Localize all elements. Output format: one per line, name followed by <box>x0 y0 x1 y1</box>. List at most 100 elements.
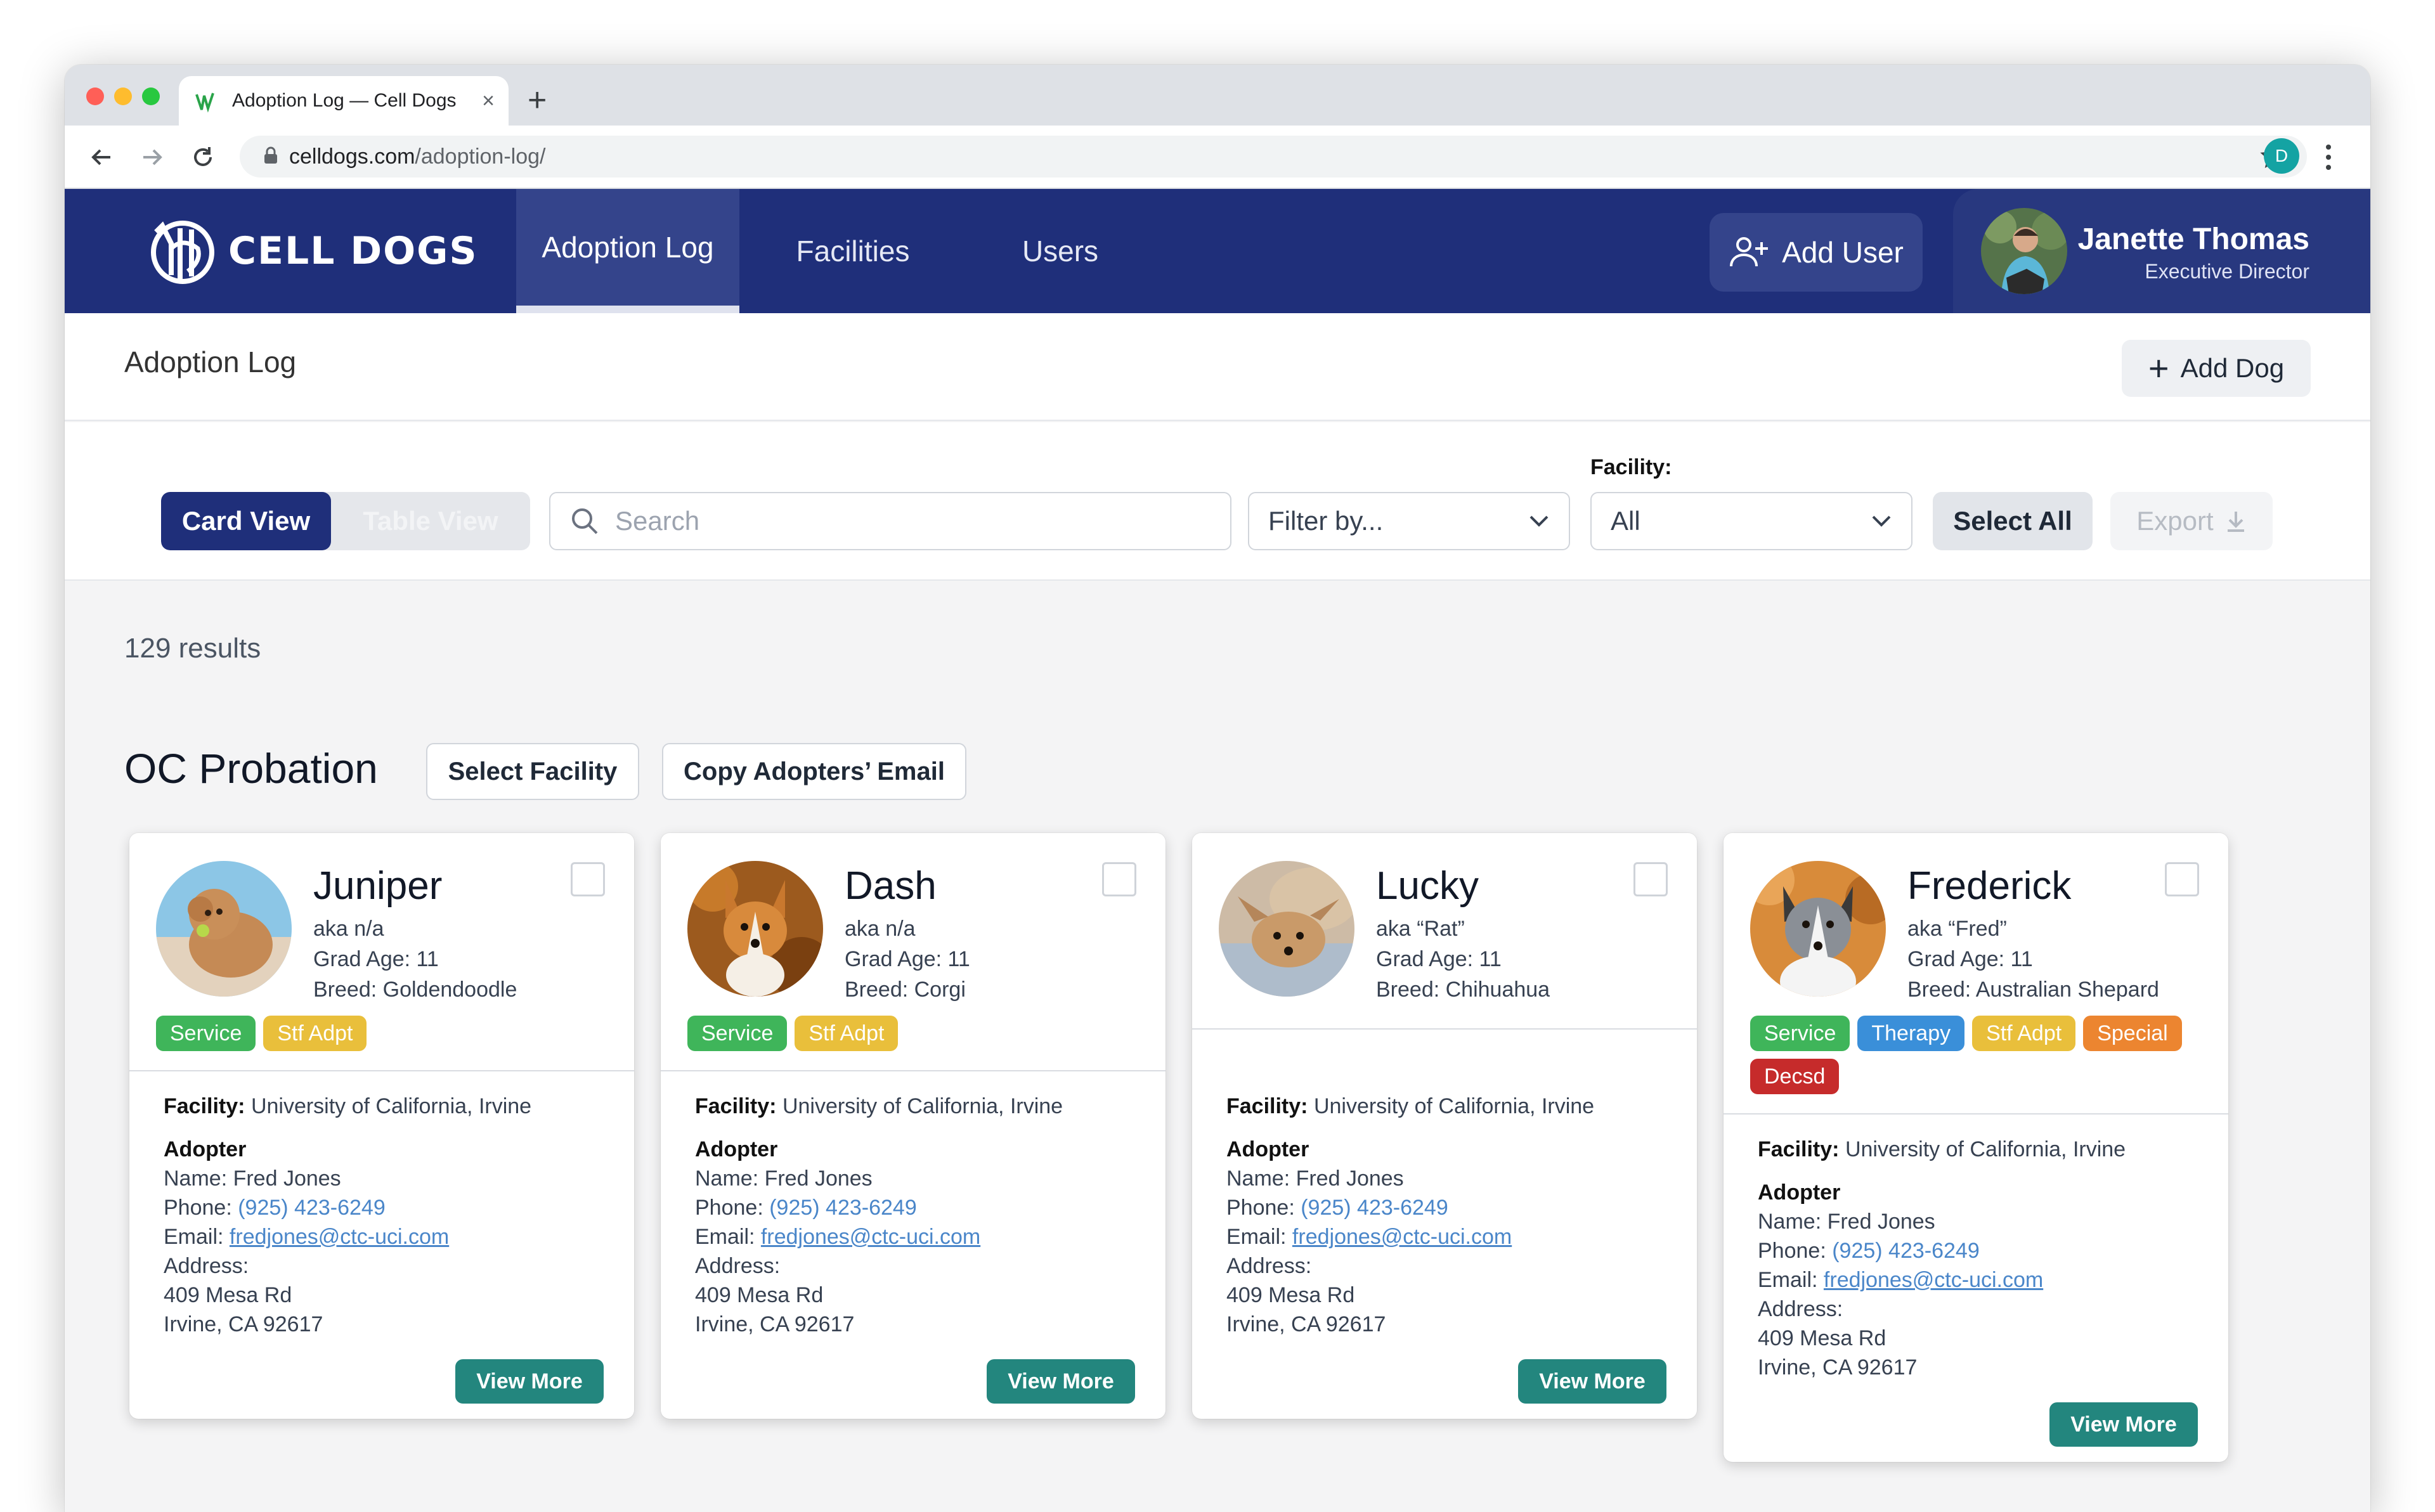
dog-grad-age: Grad Age: 11 <box>1376 947 1502 971</box>
view-more-button[interactable]: View More <box>1518 1359 1666 1404</box>
nav-facilities[interactable]: Facilities <box>762 189 944 313</box>
add-dog-button[interactable]: + Add Dog <box>2122 340 2311 397</box>
tab-close-icon[interactable]: × <box>482 89 495 113</box>
select-all-button[interactable]: Select All <box>1933 492 2093 550</box>
dog-tags: Service Therapy Stf Adpt Special Decsd <box>1750 1016 2219 1094</box>
cell-dogs-logo-icon <box>151 221 214 284</box>
view-more-button[interactable]: View More <box>2049 1402 2198 1447</box>
maximize-window-button[interactable] <box>142 87 160 105</box>
back-arrow-icon[interactable] <box>85 141 118 174</box>
facility-select[interactable]: All <box>1590 492 1912 550</box>
facility-label: Facility: <box>1590 455 1672 479</box>
email-label: Email: <box>164 1225 224 1249</box>
phone-line: Phone: (925) 423-6249 <box>1226 1193 1594 1222</box>
nav-adoption-log[interactable]: Adoption Log <box>516 189 739 313</box>
phone-line: Phone: (925) 423-6249 <box>1758 1236 2126 1265</box>
view-more-button[interactable]: View More <box>455 1359 604 1404</box>
tag-therapy: Therapy <box>1857 1016 1965 1051</box>
adopter-name-line: Name: Fred Jones <box>164 1164 531 1193</box>
adopter-name: Fred Jones <box>764 1166 873 1191</box>
card-view-button[interactable]: Card View <box>161 492 331 550</box>
name-label: Name: <box>164 1166 228 1191</box>
facility-line: Facility: University of California, Irvi… <box>1226 1092 1594 1121</box>
minimize-window-button[interactable] <box>114 87 132 105</box>
name-label: Name: <box>1758 1210 1822 1234</box>
dog-name: Juniper <box>313 864 443 908</box>
close-window-button[interactable] <box>86 87 104 105</box>
copy-adopters-email-button[interactable]: Copy Adopters’ Email <box>662 743 966 800</box>
address-line-2: Irvine, CA 92617 <box>1758 1355 1918 1380</box>
user-profile[interactable]: Janette Thomas Executive Director <box>1953 189 2370 313</box>
phone-link[interactable]: (925) 423-6249 <box>238 1196 386 1220</box>
phone-line: Phone: (925) 423-6249 <box>164 1193 531 1222</box>
adopter-name: Fred Jones <box>1827 1210 1935 1234</box>
select-dog-checkbox[interactable] <box>1633 862 1668 896</box>
tag-stf-adpt: Stf Adpt <box>795 1016 899 1051</box>
facility-label: Facility: <box>695 1094 777 1118</box>
cell-dogs-logo[interactable]: CELL DOGS <box>143 213 478 289</box>
browser-menu-icon[interactable] <box>2322 142 2335 176</box>
facility-label: Facility: <box>1758 1137 1840 1161</box>
adopter-name-line: Name: Fred Jones <box>1226 1164 1594 1193</box>
select-facility-button[interactable]: Select Facility <box>426 743 639 800</box>
phone-link[interactable]: (925) 423-6249 <box>769 1196 917 1220</box>
select-dog-checkbox[interactable] <box>571 862 605 896</box>
adopter-name: Fred Jones <box>233 1166 341 1191</box>
email-link[interactable]: fredjones@ctc-uci.com <box>230 1225 449 1249</box>
search-input[interactable] <box>615 506 1186 536</box>
card-divider <box>661 1070 1166 1071</box>
email-link[interactable]: fredjones@ctc-uci.com <box>1824 1268 2043 1292</box>
nav-users[interactable]: Users <box>978 189 1143 313</box>
tag-service: Service <box>687 1016 788 1051</box>
card-divider <box>1192 1028 1697 1030</box>
table-view-button[interactable]: Table View <box>331 492 530 550</box>
search-field[interactable] <box>549 492 1231 550</box>
adopter-heading: Adopter <box>695 1137 778 1161</box>
adopter-heading: Adopter <box>164 1137 247 1161</box>
browser-window: Adoption Log — Cell Dogs × + celldogs.co… <box>65 65 2370 1512</box>
card-details: Facility: University of California, Irvi… <box>164 1092 531 1339</box>
adopter-heading: Adopter <box>1758 1180 1841 1205</box>
dog-aka: aka n/a <box>313 917 384 941</box>
phone-label: Phone: <box>1758 1239 1826 1263</box>
new-tab-button[interactable]: + <box>528 81 547 119</box>
reload-icon[interactable] <box>186 141 219 174</box>
browser-toolbar: celldogs.com/adoption-log/ D <box>65 126 2370 189</box>
dog-card: Dash aka n/a Grad Age: 11 Breed: Corgi S… <box>661 833 1166 1419</box>
add-user-button[interactable]: Add User <box>1710 213 1923 292</box>
adopter-name-line: Name: Fred Jones <box>695 1164 1063 1193</box>
cell-dogs-favicon-icon <box>193 88 218 113</box>
address-line-1: 409 Mesa Rd <box>695 1283 824 1307</box>
dog-breed: Breed: Australian Shepard <box>1907 978 2159 1002</box>
export-button[interactable]: Export <box>2110 492 2273 550</box>
lock-icon <box>263 146 279 168</box>
card-details: Facility: University of California, Irvi… <box>1758 1135 2126 1382</box>
phone-label: Phone: <box>164 1196 232 1220</box>
facility-value: University of California, Irvine <box>250 1094 532 1118</box>
browser-tab-active[interactable]: Adoption Log — Cell Dogs × <box>179 76 509 126</box>
adopter-name: Fred Jones <box>1295 1166 1404 1191</box>
tag-service: Service <box>156 1016 256 1051</box>
dog-breed: Breed: Goldendoodle <box>313 978 517 1002</box>
select-dog-checkbox[interactable] <box>2165 862 2199 896</box>
dog-photo <box>687 861 823 997</box>
forward-arrow-icon[interactable] <box>136 141 169 174</box>
tag-decsd: Decsd <box>1750 1059 1840 1094</box>
email-link[interactable]: fredjones@ctc-uci.com <box>1292 1225 1512 1249</box>
page-title: Adoption Log <box>124 346 297 378</box>
phone-link[interactable]: (925) 423-6249 <box>1832 1239 1980 1263</box>
dog-breed: Breed: Corgi <box>845 978 966 1002</box>
select-dog-checkbox[interactable] <box>1102 862 1136 896</box>
address-bar[interactable]: celldogs.com/adoption-log/ <box>240 136 2307 178</box>
email-link[interactable]: fredjones@ctc-uci.com <box>761 1225 980 1249</box>
app-header: CELL DOGS Adoption Log Facilities Users … <box>65 189 2370 313</box>
email-line: Email: fredjones@ctc-uci.com <box>1758 1265 2126 1295</box>
name-label: Name: <box>1226 1166 1290 1191</box>
view-more-button[interactable]: View More <box>987 1359 1135 1404</box>
filter-by-select[interactable]: Filter by... <box>1248 492 1570 550</box>
tag-stf-adpt: Stf Adpt <box>263 1016 367 1051</box>
browser-profile-avatar[interactable]: D <box>2264 138 2299 174</box>
dog-tags: Service Stf Adpt <box>156 1016 625 1051</box>
phone-link[interactable]: (925) 423-6249 <box>1301 1196 1448 1220</box>
facility-value: University of California, Irvine <box>782 1094 1063 1118</box>
